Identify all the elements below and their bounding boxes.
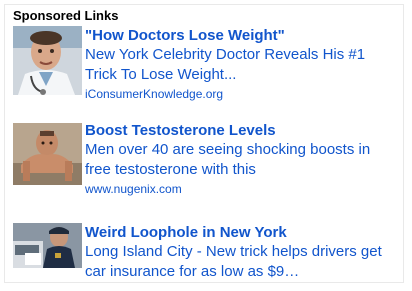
ad-title-link[interactable]: Boost Testosterone Levels [85,121,397,140]
ad-description-line[interactable]: Men over 40 are seeing shocking boosts i… [85,140,397,160]
ad-description-line[interactable]: Long Island City - New trick helps drive… [85,242,397,262]
police-officer-photo[interactable] [13,223,82,268]
ad-description-line[interactable]: New York Celebrity Doctor Reveals His #1 [85,45,397,65]
pushup-man-photo[interactable] [13,123,82,185]
ad-description-line[interactable]: free testosterone with this [85,160,397,180]
ad-title-link[interactable]: "How Doctors Lose Weight" [85,26,397,45]
ad-description-line[interactable]: Trick To Lose Weight... [85,65,397,85]
ad-description-line[interactable]: car insurance for as low as $9… [85,262,397,282]
ad-title-link[interactable]: Weird Loophole in New York [85,223,397,242]
ad-url-link[interactable]: iConsumerKnowledge.org [85,86,397,102]
doctor-photo[interactable] [13,26,82,95]
sponsored-links-header: Sponsored Links [13,8,119,23]
ad-url-link[interactable]: www.nugenix.com [85,181,397,197]
